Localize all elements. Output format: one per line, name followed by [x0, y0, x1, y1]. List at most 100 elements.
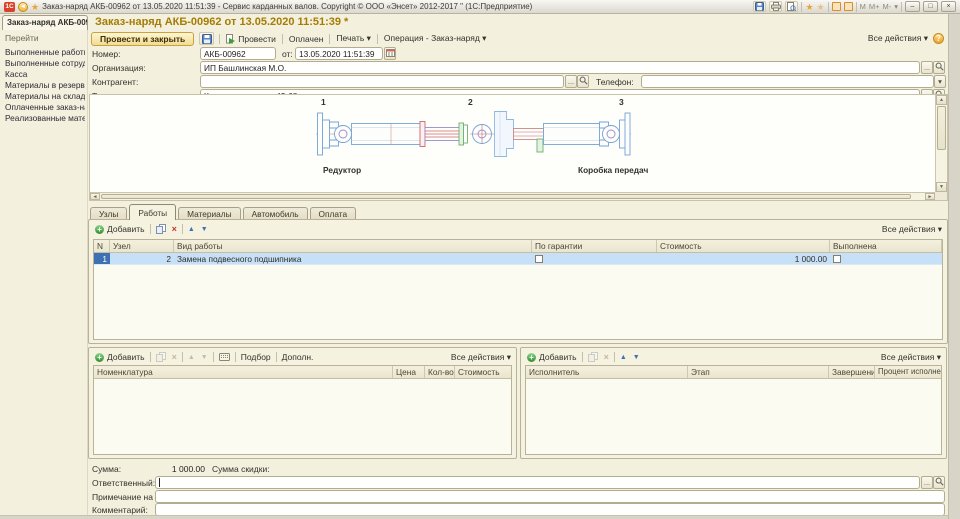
- document-tab[interactable]: Заказ-наряд АКБ-009...: [2, 15, 88, 30]
- separator: [182, 224, 183, 234]
- favorites-icon[interactable]: ★: [31, 2, 39, 12]
- materials-copy-icon[interactable]: [155, 352, 167, 362]
- shaft-diagram-panel[interactable]: 1 2 3: [89, 94, 948, 201]
- 1c-logo-icon: 1С: [4, 2, 15, 12]
- materials-delete-icon[interactable]: ×: [171, 353, 178, 362]
- works-delete-icon[interactable]: ×: [171, 225, 178, 234]
- works-table-row[interactable]: 1 2 Замена подвесного подшипника 1 000.0…: [94, 253, 942, 265]
- executors-move-down-icon[interactable]: ▼: [632, 353, 641, 362]
- sidebar-item-paid-orders[interactable]: Оплаченные заказ-наряды: [5, 102, 85, 113]
- separator: [614, 352, 615, 362]
- maximize-button[interactable]: □: [923, 1, 938, 12]
- works-move-down-icon[interactable]: ▼: [200, 225, 209, 234]
- responsible-ellipsis-button[interactable]: ...: [921, 476, 933, 489]
- calendar-tool-icon[interactable]: [844, 2, 853, 11]
- materials-all-actions-button[interactable]: Все действия ▾: [451, 352, 511, 363]
- print-icon[interactable]: [769, 1, 782, 12]
- add-favorite-icon[interactable]: ★: [805, 2, 813, 12]
- executors-copy-icon[interactable]: [587, 352, 599, 362]
- page-tabs: Узлы Работы Материалы Автомобиль Оплата: [90, 204, 356, 220]
- window-title: Заказ-наряд АКБ-00962 от 13.05.2020 11:5…: [42, 2, 532, 11]
- form-caption: Заказ-наряд АКБ-00962 от 13.05.2020 11:5…: [95, 16, 348, 28]
- vertical-scrollbar[interactable]: ▲ ▼: [935, 95, 947, 192]
- executors-delete-icon[interactable]: ×: [603, 353, 610, 362]
- memory-minus-button[interactable]: M-: [882, 2, 891, 11]
- organization-input[interactable]: [200, 61, 920, 74]
- pick-button[interactable]: Подбор: [240, 352, 272, 362]
- separator: [901, 2, 902, 12]
- date-label: от:: [282, 49, 293, 59]
- help-icon[interactable]: ?: [933, 33, 944, 44]
- works-all-actions-button[interactable]: Все действия ▾: [882, 224, 942, 235]
- materials-move-up-icon[interactable]: ▲: [187, 353, 196, 362]
- diagram-marker-1[interactable]: 1: [321, 97, 326, 107]
- separator: [219, 34, 220, 44]
- row-number-cell: 1: [94, 253, 110, 264]
- responsible-search-icon[interactable]: [933, 476, 945, 489]
- sidebar-item-cash[interactable]: Касса: [5, 69, 85, 80]
- keyboard-pick-icon[interactable]: [218, 353, 231, 361]
- materials-add-button[interactable]: + Добавить: [94, 352, 146, 362]
- materials-move-down-icon[interactable]: ▼: [200, 353, 209, 362]
- diagram-label-gearbox: Коробка передач: [578, 165, 648, 175]
- window-bottom-border: [0, 515, 948, 519]
- diagram-marker-2[interactable]: 2: [468, 97, 473, 107]
- sidebar-item-done-by-employees[interactable]: Выполненные сотрудника...: [5, 58, 85, 69]
- works-table[interactable]: N Узел Вид работы По гарантии Стоимость …: [93, 239, 943, 340]
- works-add-button[interactable]: + Добавить: [94, 224, 146, 234]
- back-icon[interactable]: ◄: [18, 2, 28, 12]
- post-and-close-button[interactable]: Провести и закрыть: [91, 32, 194, 46]
- sidebar-item-reserved-materials[interactable]: Материалы в резерве: [5, 80, 85, 91]
- calc-icon[interactable]: [832, 2, 841, 11]
- calendar-icon[interactable]: [384, 47, 396, 60]
- phone-input[interactable]: [641, 75, 934, 88]
- memory-m-button[interactable]: M: [860, 2, 866, 11]
- operation-menu-button[interactable]: Операция - Заказ-наряд ▾: [383, 33, 488, 44]
- sidebar-item-done-works[interactable]: Выполненные работы: [5, 47, 85, 58]
- phone-dropdown-icon[interactable]: ▾: [934, 75, 946, 88]
- all-actions-button[interactable]: Все действия ▾: [867, 33, 929, 44]
- materials-panel: + Добавить × ▲ ▼ Подбор Дополн. Все дейс…: [88, 347, 517, 459]
- chevron-down-icon[interactable]: ▾: [894, 2, 898, 11]
- post-button[interactable]: Провести: [225, 34, 277, 44]
- print-menu-button[interactable]: Печать ▾: [335, 33, 371, 44]
- minimize-button[interactable]: –: [905, 1, 920, 12]
- done-cell: [830, 253, 942, 264]
- date-input[interactable]: [295, 47, 383, 60]
- paid-button[interactable]: Оплачен: [288, 34, 325, 44]
- warranty-cell: [532, 253, 657, 264]
- organization-search-icon[interactable]: [933, 61, 945, 74]
- executors-add-button[interactable]: + Добавить: [526, 352, 578, 362]
- print-preview-icon[interactable]: [785, 1, 798, 12]
- titlebar: 1С ◄ ★ Заказ-наряд АКБ-00962 от 13.05.20…: [0, 0, 960, 14]
- materials-table[interactable]: Номенклатура Цена Кол-во Стоимость: [93, 365, 512, 455]
- done-checkbox[interactable]: [833, 255, 841, 263]
- organization-ellipsis-button[interactable]: ...: [921, 61, 933, 74]
- responsible-input[interactable]: [155, 476, 920, 489]
- works-move-up-icon[interactable]: ▲: [187, 225, 196, 234]
- executors-all-actions-button[interactable]: Все действия ▾: [881, 352, 941, 363]
- save-icon[interactable]: [753, 1, 766, 12]
- number-input[interactable]: [200, 47, 276, 60]
- tab-raboty[interactable]: Работы: [129, 204, 176, 220]
- more-button[interactable]: Дополн.: [281, 352, 315, 362]
- close-button[interactable]: ×: [941, 1, 956, 12]
- executors-move-up-icon[interactable]: ▲: [619, 353, 628, 362]
- horizontal-scrollbar[interactable]: ◄ ►: [90, 192, 935, 200]
- print-note-input[interactable]: [155, 490, 945, 503]
- contractor-input[interactable]: [200, 75, 564, 88]
- warranty-checkbox[interactable]: [535, 255, 543, 263]
- works-table-header: N Узел Вид работы По гарантии Стоимость …: [94, 240, 942, 253]
- sidebar-item-sold-materials[interactable]: Реализованные материалы: [5, 113, 85, 124]
- diagram-marker-3[interactable]: 3: [619, 97, 624, 107]
- memory-plus-button[interactable]: M+: [869, 2, 880, 11]
- sum-value: 1 000.00: [140, 464, 205, 474]
- executors-table[interactable]: Исполнитель Этап Завершение Процент испо…: [525, 365, 942, 455]
- open-favorites-icon[interactable]: ★: [817, 2, 825, 12]
- works-toolbar: + Добавить × ▲ ▼ Все действия ▾: [94, 222, 942, 236]
- sidebar-item-stock-materials[interactable]: Материалы на складе: [5, 91, 85, 102]
- contractor-ellipsis-button[interactable]: ...: [565, 75, 577, 88]
- contractor-search-icon[interactable]: [577, 75, 589, 88]
- save-icon[interactable]: [199, 32, 214, 45]
- works-copy-icon[interactable]: [155, 224, 167, 234]
